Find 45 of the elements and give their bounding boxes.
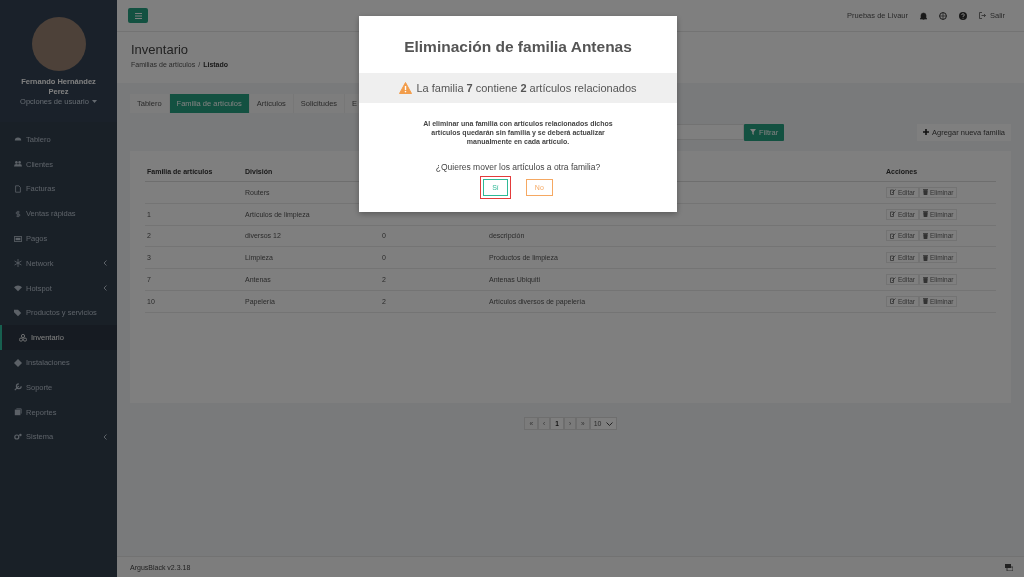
caret-icon	[91, 100, 97, 103]
chat-icon[interactable]	[1005, 563, 1013, 571]
chevron-down-icon	[605, 421, 613, 426]
snowflake-icon	[14, 259, 22, 268]
edit-icon	[890, 298, 896, 305]
question-text: ¿Quieres mover los artículos a otra familia?	[435, 162, 601, 172]
warning-icon	[399, 82, 413, 94]
menu-button[interactable]	[128, 8, 148, 23]
help-icon[interactable]	[959, 11, 967, 20]
dollar-icon	[14, 209, 22, 218]
sign-out-icon	[979, 12, 986, 19]
cubes-icon	[19, 333, 27, 342]
page-title: Inventario	[131, 42, 189, 57]
edit-icon	[890, 211, 896, 218]
wifi-icon	[14, 284, 22, 293]
alert-text: La familia 7 contiene 2 artículos relacionados	[416, 82, 637, 94]
trash-icon	[923, 189, 928, 196]
trash-icon	[923, 211, 928, 218]
edit-icon	[890, 276, 896, 283]
avatar	[31, 17, 86, 71]
book-icon	[14, 408, 22, 417]
chevron-icon	[103, 433, 107, 440]
edit-icon	[890, 254, 896, 261]
card-icon	[14, 234, 22, 243]
tags-icon	[14, 308, 22, 317]
cogs-icon	[14, 432, 22, 441]
trash-icon	[923, 254, 928, 261]
menu-icon	[134, 12, 142, 19]
globe-icon[interactable]	[939, 11, 947, 20]
document-icon	[14, 185, 22, 193]
trash-icon	[923, 298, 928, 305]
bell-icon[interactable]	[920, 11, 927, 20]
chevron-icon	[103, 285, 107, 292]
edit-icon	[890, 189, 896, 196]
filter-icon	[750, 129, 756, 135]
dialog-title: Eliminación de familia Antenas	[404, 38, 632, 56]
edit-icon	[890, 233, 896, 239]
wrench-icon	[14, 383, 22, 392]
plus-icon	[923, 129, 930, 135]
trash-icon	[923, 276, 928, 283]
chevron-icon	[103, 260, 107, 267]
diamond-icon	[14, 358, 22, 367]
trash-icon	[923, 233, 928, 239]
users-icon	[14, 160, 22, 169]
dashboard-icon	[14, 135, 22, 144]
